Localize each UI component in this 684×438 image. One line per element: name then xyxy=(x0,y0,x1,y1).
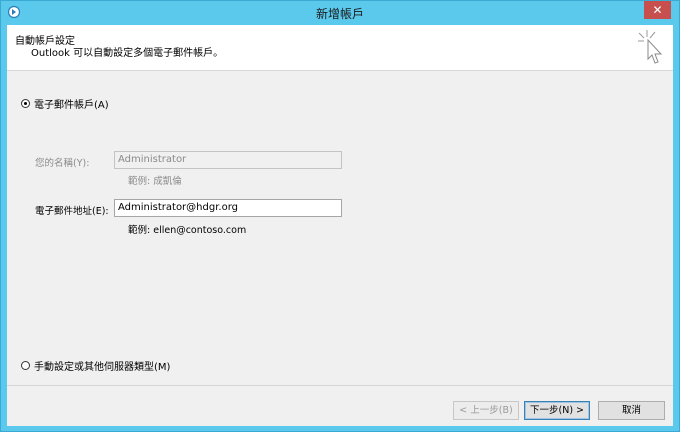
email-account-radio-label: 電子郵件帳戶(A) xyxy=(34,100,109,111)
dialog-body: 自動帳戶設定 Outlook 可以自動設定多個電子郵件帳戶。 電子郵件帳戶(A)… xyxy=(7,25,673,426)
next-button[interactable]: 下一步(N) > xyxy=(524,401,590,420)
manual-setup-radio[interactable] xyxy=(21,361,30,370)
email-example: 範例: ellen@contoso.com xyxy=(128,225,247,236)
email-account-radio[interactable] xyxy=(21,99,30,108)
name-label: 您的名稱(Y): xyxy=(35,158,90,169)
title-bar: 新增帳戶 ✕ xyxy=(1,1,679,25)
footer-divider xyxy=(7,385,673,386)
email-label: 電子郵件地址(E): xyxy=(35,206,109,217)
cursor-sparkle-icon xyxy=(638,30,663,64)
close-button[interactable]: ✕ xyxy=(644,1,671,19)
email-account-option[interactable]: 電子郵件帳戶(A) xyxy=(21,96,109,111)
add-account-window: 新增帳戶 ✕ 自動帳戶設定 Outlook 可以自動設定多個電子郵件帳戶。 電子… xyxy=(0,0,680,432)
email-input[interactable]: Administrator@hdgr.org xyxy=(114,199,342,217)
header-subtitle: Outlook 可以自動設定多個電子郵件帳戶。 xyxy=(31,48,224,59)
cancel-button[interactable]: 取消 xyxy=(598,401,665,420)
name-input[interactable]: Administrator xyxy=(114,151,342,169)
back-button[interactable]: < 上一步(B) xyxy=(453,401,519,420)
dialog-header: 自動帳戶設定 Outlook 可以自動設定多個電子郵件帳戶。 xyxy=(7,25,673,71)
manual-setup-option[interactable]: 手動設定或其他伺服器類型(M) xyxy=(21,358,170,373)
name-example: 範例: 成凱倫 xyxy=(128,176,182,187)
window-title: 新增帳戶 xyxy=(315,7,364,21)
manual-setup-radio-label: 手動設定或其他伺服器類型(M) xyxy=(34,362,171,373)
